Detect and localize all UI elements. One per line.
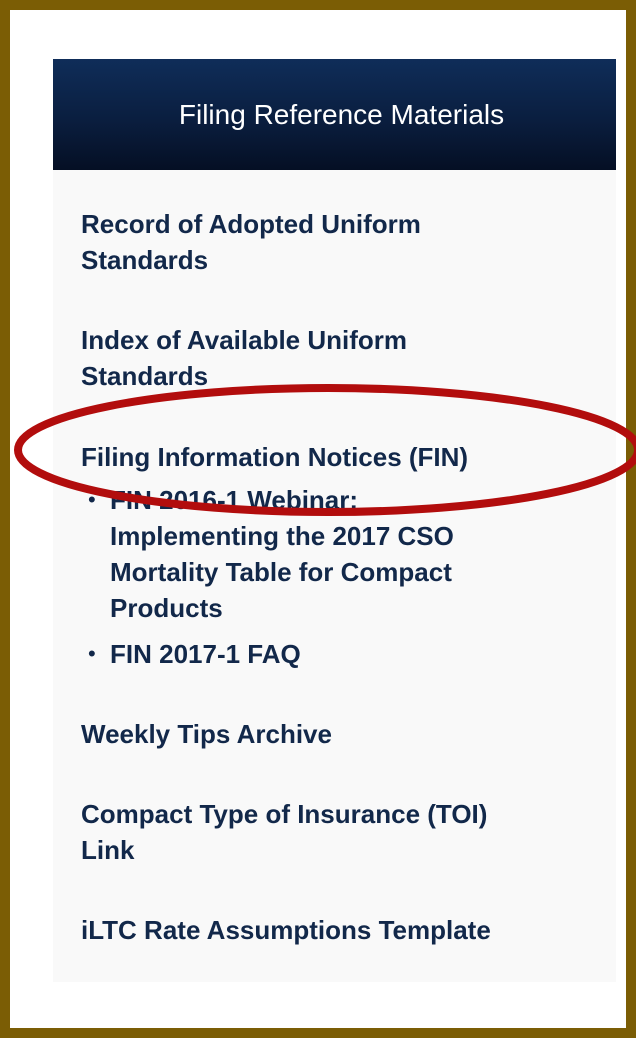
link-label-line2: Implementing the 2017 CSO (110, 521, 454, 551)
link-label-line1: FIN 2016-1 Webinar: (110, 485, 359, 515)
link-index-of-available-uniform-standards[interactable]: Index of Available Uniform Standards (81, 322, 601, 394)
link-label-line2: Standards (81, 361, 209, 391)
link-label-line2: Link (81, 835, 135, 865)
link-label: iLTC Rate Assumptions Template (81, 915, 491, 945)
link-fin-2016-1-webinar[interactable]: FIN 2016-1 Webinar: Implementing the 201… (110, 482, 532, 626)
link-label: Filing Information Notices (FIN) (81, 442, 469, 472)
link-label: Weekly Tips Archive (81, 719, 332, 749)
link-filing-information-notices[interactable]: Filing Information Notices (FIN) (81, 439, 621, 475)
panel-header: Filing Reference Materials (53, 59, 616, 170)
fin-sublist-item: FIN 2016-1 Webinar: Implementing the 201… (88, 482, 532, 626)
link-label-line1: Record of Adopted Uniform (81, 209, 421, 239)
link-compact-type-of-insurance[interactable]: Compact Type of Insurance (TOI) Link (81, 796, 621, 868)
fin-sublist-item: FIN 2017-1 FAQ (88, 636, 532, 672)
link-weekly-tips-archive[interactable]: Weekly Tips Archive (81, 716, 601, 752)
fin-sublist: FIN 2016-1 Webinar: Implementing the 201… (88, 482, 532, 672)
link-label-line1: Index of Available Uniform (81, 325, 408, 355)
link-label-line3: Mortality Table for Compact (110, 557, 452, 587)
panel-title: Filing Reference Materials (178, 99, 505, 130)
link-iltc-rate-assumptions-template[interactable]: iLTC Rate Assumptions Template (81, 912, 621, 948)
link-label-line2: Standards (81, 245, 209, 275)
screenshot-frame: Filing Reference Materials Record of Ado… (0, 0, 636, 1038)
link-fin-2017-1-faq[interactable]: FIN 2017-1 FAQ (110, 636, 532, 672)
link-record-of-adopted-uniform-standards[interactable]: Record of Adopted Uniform Standards (81, 206, 601, 278)
link-label-line1: Compact Type of Insurance (TOI) (81, 799, 488, 829)
link-label-line4: Products (110, 593, 223, 623)
link-label: FIN 2017-1 FAQ (110, 639, 301, 669)
